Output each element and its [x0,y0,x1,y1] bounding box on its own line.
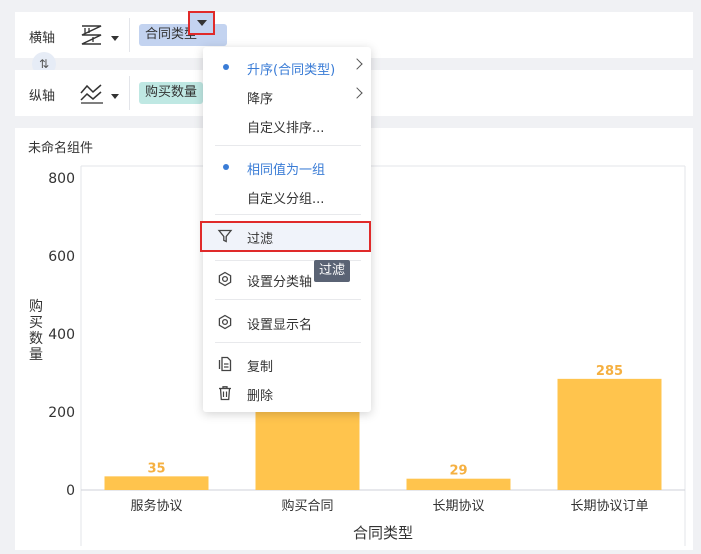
y-tick-label: 800 [48,171,75,187]
menu-divider [215,342,361,343]
y-axis-type-caret[interactable] [111,94,119,99]
menu-divider [215,145,361,146]
menu-item-custom-group[interactable]: 自定义分组... [203,182,371,210]
menu-item-label: 自定义排序... [247,121,325,136]
y-tick-label: 200 [48,405,75,421]
menu-item-label: 升序(合同类型) [247,63,336,78]
y-axis-field-chip[interactable]: 购买数量 [139,82,204,104]
menu-divider [215,214,361,215]
copy-icon [217,356,233,372]
divider [129,18,130,52]
x-tick-label: 购买合同 [281,498,333,514]
menu-divider [215,299,361,300]
x-tick-label: 服务协议 [130,498,182,514]
menu-item-label: 删除 [247,389,274,404]
bar [104,476,209,490]
data-label: 35 [147,461,165,476]
menu-item-copy[interactable]: 复制 [203,350,371,378]
filter-tooltip: 过滤 [314,260,351,282]
menu-item-sort-descending[interactable]: 降序 [203,82,371,110]
y-tick-label: 600 [48,249,75,265]
y-axis-title-char: 购 [29,299,43,315]
x-axis-type-caret[interactable] [111,36,119,41]
y-axis-title-char: 买 [29,315,43,331]
menu-item-set-display-name[interactable]: 设置显示名 [203,308,371,336]
menu-item-label: 自定义分组... [247,192,325,207]
menu-item-label: 复制 [247,360,274,375]
x-axis-title: 合同类型 [353,524,413,542]
bar [557,378,662,490]
selected-dot-icon [223,64,229,70]
bar [406,478,511,490]
y-axis-title-char: 数 [29,331,43,347]
x-tick-label: 长期协议订单 [570,499,648,514]
gear-icon [217,271,233,287]
x-axis-label: 横轴 [29,31,56,46]
y-axis-label: 纵轴 [29,89,56,104]
gear-icon [217,314,233,330]
menu-item-label: 降序 [247,92,274,107]
menu-item-group-same-values[interactable]: 相同值为一组 [203,153,371,181]
menu-item-sort-ascending[interactable]: 升序(合同类型) [203,53,371,81]
menu-item-label: 相同值为一组 [247,163,326,178]
data-label: 29 [449,464,467,479]
line-chart-icon[interactable] [79,81,107,105]
x-tick-label: 长期协议 [432,499,484,514]
y-tick-label: 0 [66,483,75,499]
menu-item-label: 设置显示名 [247,318,313,333]
chevron-right-icon [351,58,363,70]
sort-bars-icon[interactable] [79,23,107,47]
selected-dot-icon [223,164,229,170]
divider [129,76,130,110]
trash-icon [217,385,233,401]
x-field-dropdown-button[interactable] [188,11,215,35]
y-axis-title-char: 量 [29,347,43,363]
menu-item-custom-sort[interactable]: 自定义排序... [203,111,371,139]
chevron-right-icon [351,87,363,99]
menu-item-label: 设置分类轴 [247,275,313,290]
menu-item-delete[interactable]: 删除 [203,379,371,407]
menu-item-label: 过滤 [247,232,274,247]
data-label: 285 [596,364,623,379]
filter-icon [217,228,233,244]
y-tick-label: 400 [48,327,75,343]
menu-item-filter[interactable]: 过滤 [200,221,371,252]
